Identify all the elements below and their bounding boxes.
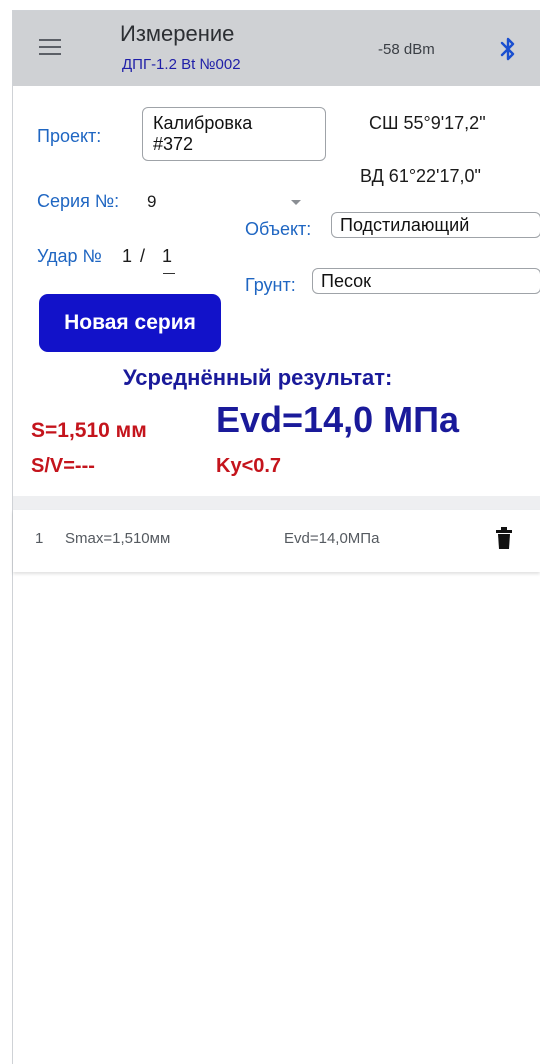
series-label: Серия №: (37, 191, 120, 211)
app-screen: Измерение ДПГ-1.2 Bt №002 -58 dBm Проект… (12, 10, 540, 1064)
average-result-title: Усреднённый результат: (123, 365, 393, 390)
series-value[interactable]: 9 (147, 192, 156, 212)
device-name: ДПГ-1.2 Bt №002 (122, 56, 241, 73)
bluetooth-icon[interactable] (499, 36, 517, 62)
signal-strength: -58 dBm (378, 41, 435, 58)
project-value-line2: #372 (153, 134, 194, 154)
sv-ratio-value: S/V=--- (31, 455, 95, 477)
measurement-evd: Evd=14,0МПа (284, 530, 380, 547)
soil-field[interactable]: Песок (312, 268, 540, 294)
hit-separator: / (140, 246, 146, 266)
measurement-row[interactable]: 1 Smax=1,510мм Evd=14,0МПа (13, 510, 540, 572)
project-label: Проект: (37, 126, 102, 146)
new-series-button[interactable]: Новая серия (39, 294, 221, 352)
object-field[interactable]: Подстилающий (331, 212, 540, 238)
measurement-smax: Smax=1,510мм (65, 530, 171, 547)
latitude: СШ 55°9'17,2" (369, 113, 486, 133)
project-input[interactable]: Калибровка #372 (142, 107, 326, 161)
page-title: Измерение (120, 21, 235, 46)
hit-total-underline (163, 273, 175, 274)
divider-band (13, 496, 540, 510)
soil-label: Грунт: (245, 275, 296, 295)
settlement-value: S=1,510 мм (31, 419, 147, 442)
app-bar: Измерение ДПГ-1.2 Bt №002 -58 dBm (13, 11, 540, 86)
longitude: ВД 61°22'17,0" (360, 166, 481, 186)
evd-value: Evd=14,0 МПа (216, 399, 459, 440)
project-value-line1: Калибровка (153, 113, 253, 133)
hit-total[interactable]: 1 (162, 246, 172, 267)
measurement-index: 1 (35, 530, 44, 547)
trash-icon[interactable] (496, 527, 512, 549)
series-dropdown-icon[interactable] (291, 200, 301, 205)
soil-value: Песок (321, 271, 372, 291)
object-label: Объект: (245, 219, 312, 239)
hamburger-menu-icon[interactable] (39, 39, 61, 55)
hit-current: 1 (122, 246, 133, 266)
object-value: Подстилающий (340, 215, 470, 235)
hit-label: Удар № (37, 246, 102, 266)
ky-value: Ky<0.7 (216, 455, 282, 477)
